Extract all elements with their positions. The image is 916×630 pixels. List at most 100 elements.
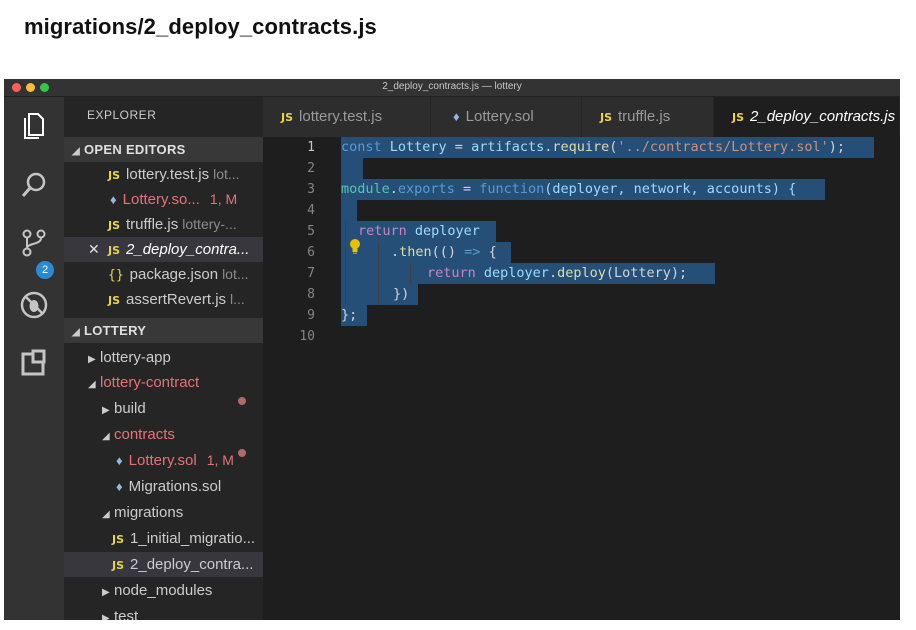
tree-folder-test[interactable]: ▶ test (64, 604, 263, 620)
folder-name: test (114, 608, 139, 620)
js-file-icon: JS (732, 111, 745, 124)
solidity-file-icon: ♦ (116, 453, 123, 468)
file-name: Migrations.sol (128, 478, 222, 495)
tree-file-deploy-contracts[interactable]: JS 2_deploy_contra... (64, 552, 263, 577)
line-number: 4 (307, 203, 315, 218)
file-name: 2_deploy_contra... (126, 241, 250, 258)
code-line-7: return deployer.deploy(Lottery); (427, 265, 688, 281)
open-editor-item[interactable]: JS lottery.test.js lot... (64, 162, 263, 187)
code-line-3: module.exports = function(deployer, netw… (341, 181, 797, 197)
tree-file-migrations-sol[interactable]: ♦ Migrations.sol (64, 474, 263, 499)
title-bar: 2_deploy_contracts.js — lottery (4, 79, 900, 97)
solidity-file-icon: ♦ (453, 109, 460, 124)
chevron-down-icon: ◢ (102, 431, 110, 442)
tab-lottery-sol[interactable]: ♦ Lottery.sol (431, 97, 582, 137)
files-icon[interactable] (18, 109, 50, 141)
tree-folder-node-modules[interactable]: ▶ node_modules (64, 578, 263, 603)
chevron-down-icon: ◢ (88, 379, 96, 390)
window-title: 2_deploy_contracts.js — lottery (382, 81, 522, 92)
solidity-file-icon: ♦ (110, 192, 117, 207)
chevron-right-icon: ▶ (102, 405, 110, 416)
line-number: 1 (307, 140, 315, 155)
solidity-file-icon: ♦ (116, 479, 123, 494)
file-name: Lottery.sol (128, 452, 197, 469)
debug-icon[interactable] (18, 289, 50, 321)
search-icon[interactable] (18, 169, 50, 201)
lottery-folder-header[interactable]: ◢ LOTTERY (64, 318, 263, 343)
close-icon[interactable]: ✕ (88, 237, 104, 262)
tree-folder-lottery-app[interactable]: ▶ lottery-app (64, 345, 263, 370)
js-file-icon: JS (112, 533, 125, 546)
json-file-icon: {} (108, 268, 124, 283)
tab-label: Lottery.sol (465, 108, 534, 125)
collapse-icon: ◢ (72, 146, 80, 157)
tab-truffle-js[interactable]: JS truffle.js (582, 97, 714, 137)
file-name: 2_deploy_contra... (130, 556, 254, 573)
indent-guide (345, 221, 346, 305)
file-path-hint: lot... (213, 166, 240, 182)
scm-badge: 2 (36, 261, 54, 279)
tab-2-deploy-contracts-js[interactable]: JS 2_deploy_contracts.js (714, 97, 900, 137)
file-name: lottery.test.js (126, 166, 210, 183)
js-file-icon: JS (112, 559, 125, 572)
tree-folder-build[interactable]: ▶ build (64, 396, 263, 421)
tab-lottery-test-js[interactable]: JS lottery.test.js (263, 97, 431, 137)
file-path-hint: lot... (222, 266, 249, 282)
page-heading: migrations/2_deploy_contracts.js (24, 14, 377, 39)
js-file-icon: JS (108, 169, 121, 182)
selection-highlight (341, 158, 363, 179)
chevron-right-icon: ▶ (88, 354, 96, 365)
line-number: 2 (307, 161, 315, 176)
indent-guide (378, 242, 379, 305)
chevron-right-icon: ▶ (102, 613, 110, 620)
folder-name: lottery-app (100, 349, 171, 366)
code-editor[interactable]: 1 2 3 4 5 6 7 8 9 10 const Lottery = art… (263, 137, 900, 620)
chevron-down-icon: ◢ (102, 509, 110, 520)
open-editor-item-active[interactable]: ✕ JS 2_deploy_contra... (64, 237, 263, 262)
open-editor-item[interactable]: JS truffle.js lottery-... (64, 212, 263, 237)
js-file-icon: JS (281, 111, 294, 124)
line-number: 5 (307, 224, 315, 239)
file-path-hint: lottery-... (182, 216, 237, 232)
open-editors-header[interactable]: ◢ OPEN EDITORS (64, 137, 263, 162)
selection-highlight (341, 200, 357, 221)
editor-tab-bar: JS lottery.test.js ♦ Lottery.sol JS truffle… (263, 97, 900, 137)
tree-file-lottery-sol[interactable]: ♦ Lottery.sol 1, M (64, 448, 263, 473)
tree-folder-lottery-contract[interactable]: ◢ lottery-contract (64, 370, 263, 395)
tab-label: lottery.test.js (299, 108, 383, 125)
tree-folder-migrations[interactable]: ◢ migrations (64, 500, 263, 525)
code-line-6: .then(() => { (391, 244, 497, 260)
code-line-1: const Lottery = artifacts.require('../co… (341, 139, 845, 155)
file-name: package.json (129, 266, 219, 283)
folder-name: contracts (114, 426, 175, 443)
folder-name: node_modules (114, 582, 213, 599)
vscode-window: 2_deploy_contracts.js — lottery 2 EXPLOR… (4, 79, 900, 620)
folder-label: LOTTERY (84, 323, 147, 338)
indent-guide (410, 263, 411, 284)
file-name: assertRevert.js (126, 291, 227, 308)
activity-bar: 2 (4, 97, 64, 620)
extensions-icon[interactable] (18, 347, 50, 379)
chevron-right-icon: ▶ (102, 587, 110, 598)
line-number: 10 (299, 329, 315, 344)
js-file-icon: JS (108, 244, 121, 257)
explorer-title: EXPLORER (87, 108, 157, 122)
tab-label: 2_deploy_contracts.js (750, 108, 896, 125)
line-number: 6 (307, 245, 315, 260)
line-number: 9 (307, 308, 315, 323)
line-number: 7 (307, 266, 315, 281)
open-editor-item[interactable]: {} package.json lot... (64, 262, 263, 287)
code-line-9: }; (341, 307, 358, 323)
tab-label: truffle.js (618, 108, 671, 125)
tree-file-initial-migration[interactable]: JS 1_initial_migratio... (64, 526, 263, 551)
tree-folder-contracts[interactable]: ◢ contracts (64, 422, 263, 447)
file-path-hint: l... (230, 291, 245, 307)
line-number: 3 (307, 182, 315, 197)
folder-name: migrations (114, 504, 184, 521)
source-control-icon[interactable] (18, 227, 50, 259)
code-line-8: }) (393, 286, 410, 302)
open-editor-item[interactable]: ♦ Lottery.so... 1, M (64, 187, 263, 212)
open-editor-item[interactable]: JS assertRevert.js l... (64, 287, 263, 312)
file-name: truffle.js (126, 216, 179, 233)
js-file-icon: JS (600, 111, 613, 124)
